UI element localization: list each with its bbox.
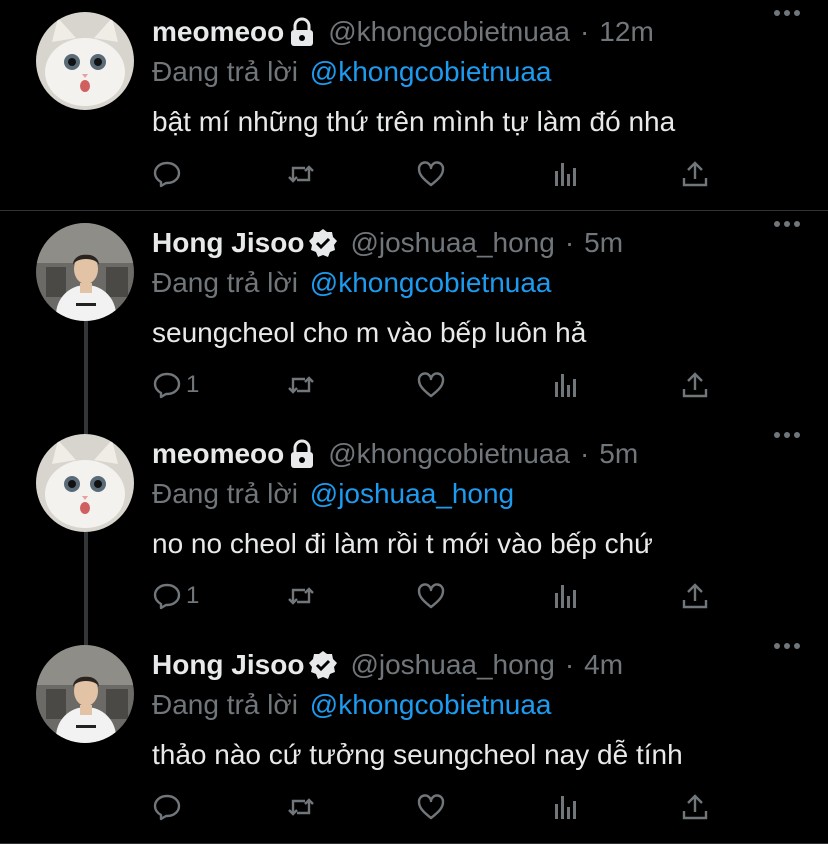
retweet-button[interactable]: [286, 580, 316, 612]
analytics-button[interactable]: [550, 158, 580, 190]
share-icon: [682, 161, 708, 187]
more-options-icon[interactable]: [774, 432, 800, 440]
retweet-icon: [288, 798, 314, 816]
display-name[interactable]: meomeoo: [152, 438, 284, 470]
analytics-button[interactable]: [550, 369, 580, 401]
separator-dot: ·: [579, 438, 590, 469]
lock-icon: [288, 439, 316, 469]
analytics-icon: [555, 796, 576, 819]
share-button[interactable]: [680, 369, 710, 401]
reply-prefix: Đang trả lời: [152, 56, 298, 87]
reply-count: 1: [186, 371, 200, 398]
share-icon: [682, 583, 708, 609]
reply-context: Đang trả lời @khongcobietnuaa: [152, 265, 808, 301]
separator-dot: ·: [564, 227, 575, 258]
analytics-button[interactable]: [550, 791, 580, 823]
like-button[interactable]: [416, 580, 446, 612]
reply-button[interactable]: 1: [152, 580, 199, 612]
retweet-button[interactable]: [286, 791, 316, 823]
tweet-text: thảo nào cứ tưởng seungcheol nay dễ tính: [152, 739, 683, 770]
reply-prefix: Đang trả lời: [152, 689, 298, 720]
retweet-button[interactable]: [286, 369, 316, 401]
handle[interactable]: @joshuaa_hong: [350, 227, 554, 259]
avatar[interactable]: [36, 645, 134, 743]
share-icon: [682, 794, 708, 820]
handle[interactable]: @khongcobietnuaa: [328, 438, 570, 470]
avatar[interactable]: [36, 223, 134, 321]
reply-to-link[interactable]: @khongcobietnuaa: [310, 267, 552, 298]
like-button[interactable]: [416, 369, 446, 401]
display-name[interactable]: meomeoo: [152, 16, 284, 48]
lock-icon: [288, 17, 316, 47]
tweet-text: seungcheol cho m vào bếp luôn hả: [152, 317, 587, 348]
reply-to-link[interactable]: @joshuaa_hong: [310, 478, 514, 509]
verified-icon: [308, 650, 338, 680]
reply-button[interactable]: [152, 791, 186, 823]
reply-prefix: Đang trả lời: [152, 267, 298, 298]
handle[interactable]: @joshuaa_hong: [350, 649, 554, 681]
thread-connector: [84, 633, 88, 645]
tweet[interactable]: Hong Jisoo @joshuaa_hong · 5m Đang trả l…: [0, 211, 828, 422]
reply-count: 1: [186, 582, 200, 609]
timestamp[interactable]: 4m: [584, 649, 623, 681]
more-options-icon[interactable]: [774, 643, 800, 651]
reply-to-link[interactable]: @khongcobietnuaa: [310, 56, 552, 87]
thread-connector: [84, 532, 88, 633]
reply-button[interactable]: 1: [152, 369, 199, 401]
display-name[interactable]: Hong Jisoo: [152, 227, 304, 259]
reply-icon: [153, 794, 181, 821]
heart-icon: [417, 583, 445, 609]
reply-icon: [153, 583, 181, 610]
retweet-icon: [288, 165, 314, 183]
avatar[interactable]: [36, 12, 134, 110]
reply-icon: [153, 161, 181, 188]
heart-icon: [417, 372, 445, 398]
retweet-icon: [288, 587, 314, 605]
share-button[interactable]: [680, 791, 710, 823]
action-bar: 1: [152, 369, 712, 401]
action-bar: [152, 791, 712, 823]
retweet-button[interactable]: [286, 158, 316, 190]
reply-context: Đang trả lời @khongcobietnuaa: [152, 687, 808, 723]
separator-dot: ·: [579, 16, 590, 47]
reply-button[interactable]: [152, 158, 186, 190]
verified-icon: [308, 228, 338, 258]
reply-to-link[interactable]: @khongcobietnuaa: [310, 689, 552, 720]
analytics-button[interactable]: [550, 580, 580, 612]
retweet-icon: [288, 376, 314, 394]
thread-connector: [84, 422, 88, 434]
more-options-icon[interactable]: [774, 221, 800, 229]
heart-icon: [417, 794, 445, 820]
reply-prefix: Đang trả lời: [152, 478, 298, 509]
tweet[interactable]: Hong Jisoo @joshuaa_hong · 4m Đang trả l…: [0, 633, 828, 844]
action-bar: [152, 158, 712, 190]
timeline: meomeoo @khongcobietnuaa · 12m Đang trả …: [0, 0, 828, 844]
heart-icon: [417, 161, 445, 187]
analytics-icon: [555, 374, 576, 397]
tweet-text: bật mí những thứ trên mình tự làm đó nha: [152, 106, 676, 137]
reply-context: Đang trả lời @khongcobietnuaa: [152, 54, 808, 90]
timestamp[interactable]: 5m: [584, 227, 623, 259]
share-button[interactable]: [680, 580, 710, 612]
more-options-icon[interactable]: [774, 10, 800, 18]
like-button[interactable]: [416, 158, 446, 190]
analytics-icon: [555, 163, 576, 186]
handle[interactable]: @khongcobietnuaa: [328, 16, 570, 48]
action-bar: 1: [152, 580, 712, 612]
share-button[interactable]: [680, 158, 710, 190]
timestamp[interactable]: 12m: [599, 16, 653, 48]
tweet[interactable]: meomeoo @khongcobietnuaa · 12m Đang trả …: [0, 0, 828, 211]
avatar[interactable]: [36, 434, 134, 532]
analytics-icon: [555, 585, 576, 608]
tweet[interactable]: meomeoo @khongcobietnuaa · 5m Đang trả l…: [0, 422, 828, 633]
separator-dot: ·: [564, 649, 575, 680]
like-button[interactable]: [416, 791, 446, 823]
reply-icon: [153, 372, 181, 399]
tweet-text: no no cheol đi làm rồi t mới vào bếp chứ: [152, 528, 653, 559]
thread-connector: [84, 321, 88, 422]
share-icon: [682, 372, 708, 398]
timestamp[interactable]: 5m: [599, 438, 638, 470]
display-name[interactable]: Hong Jisoo: [152, 649, 304, 681]
reply-context: Đang trả lời @joshuaa_hong: [152, 476, 808, 512]
